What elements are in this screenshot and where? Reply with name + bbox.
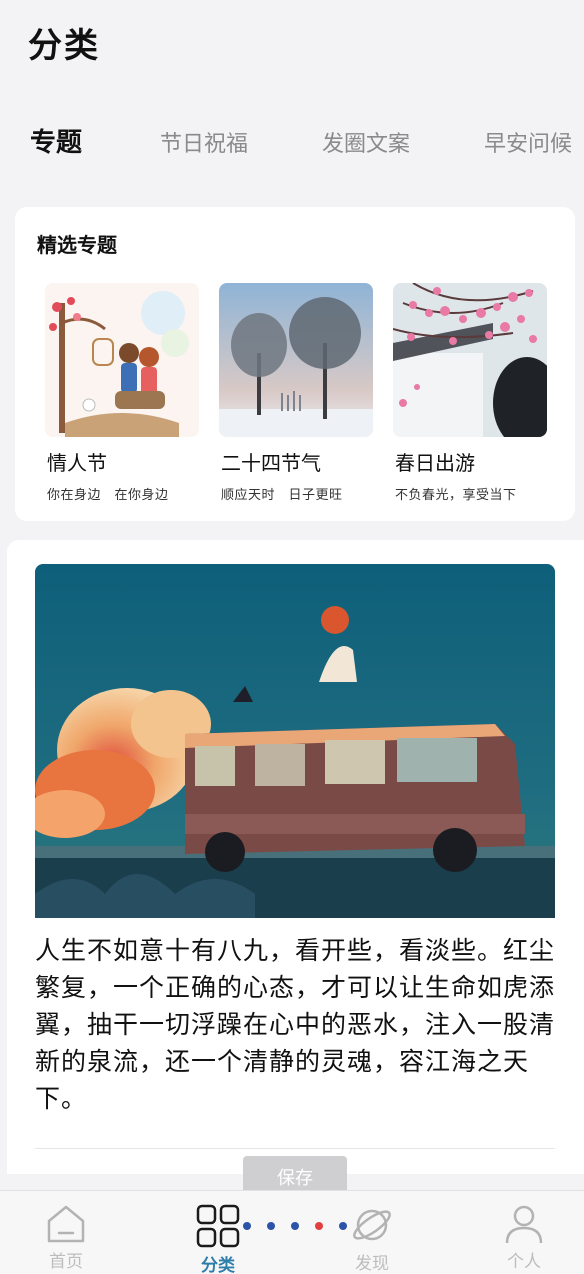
topic-desc: 不负春光，享受当下 [395, 488, 517, 503]
tab-festival-greetings[interactable]: 节日祝福 [160, 126, 248, 158]
spring-outing-image [393, 283, 547, 437]
topic-spring-outing[interactable]: 春日出游 不负春光，享受当下 [393, 283, 547, 503]
nav-label: 分类 [201, 1256, 235, 1274]
nav-category[interactable]: 分类 [178, 1203, 258, 1274]
page-dot [291, 1222, 299, 1230]
quote-text: 人生不如意十有八九，看开些，看淡些。红尘繁复，一个正确的心态，才可以让生命如虎添… [35, 936, 556, 1113]
topic-name: 二十四节气 [221, 451, 321, 475]
topic-name: 春日出游 [395, 451, 475, 475]
planet-icon [353, 1209, 391, 1241]
page-dot-active [315, 1222, 323, 1230]
home-icon [47, 1205, 85, 1243]
grid-icon [196, 1204, 240, 1248]
bottom-nav: 首页 分类 发现 个人 [0, 1190, 584, 1274]
tab-topics[interactable]: 专题 [30, 122, 82, 159]
page-dot [243, 1222, 251, 1230]
nav-discover[interactable]: 发现 [332, 1203, 412, 1274]
user-icon [505, 1205, 543, 1244]
nav-home[interactable]: 首页 [26, 1203, 106, 1272]
featured-title: 精选专题 [37, 233, 117, 257]
nav-label: 发现 [355, 1254, 389, 1274]
topic-desc: 顺应天时 日子更旺 [221, 488, 343, 503]
tab-moments-copy[interactable]: 发圈文案 [322, 126, 410, 158]
quote-card: 人生不如意十有八九，看开些，看淡些。红尘繁复，一个正确的心态，才可以让生命如虎添… [7, 540, 584, 1174]
solar-terms-image [219, 283, 373, 437]
category-tabs: 专题 节日祝福 发圈文案 早安问候 [30, 122, 584, 166]
valentines-image [45, 283, 199, 437]
topic-name: 情人节 [47, 451, 107, 475]
topic-desc: 你在身边 在你身边 [47, 488, 169, 503]
featured-topics-card: 精选专题 情人节 你在身边 在你身边 二十四节气 顺应天时 日子更旺 春日出游 … [15, 207, 575, 521]
topic-solar-terms[interactable]: 二十四节气 顺应天时 日子更旺 [219, 283, 373, 503]
nav-label: 个人 [507, 1252, 541, 1272]
page-dot [267, 1222, 275, 1230]
quote-illustration[interactable] [35, 564, 555, 918]
divider [35, 1148, 555, 1149]
page-title: 分类 [28, 26, 100, 66]
nav-profile[interactable]: 个人 [484, 1203, 564, 1272]
topic-valentines[interactable]: 情人节 你在身边 在你身边 [45, 283, 199, 503]
page-dot [339, 1222, 347, 1230]
page-indicator [240, 1220, 350, 1232]
nav-label: 首页 [49, 1252, 83, 1272]
tab-morning-greetings[interactable]: 早安问候 [484, 126, 572, 158]
